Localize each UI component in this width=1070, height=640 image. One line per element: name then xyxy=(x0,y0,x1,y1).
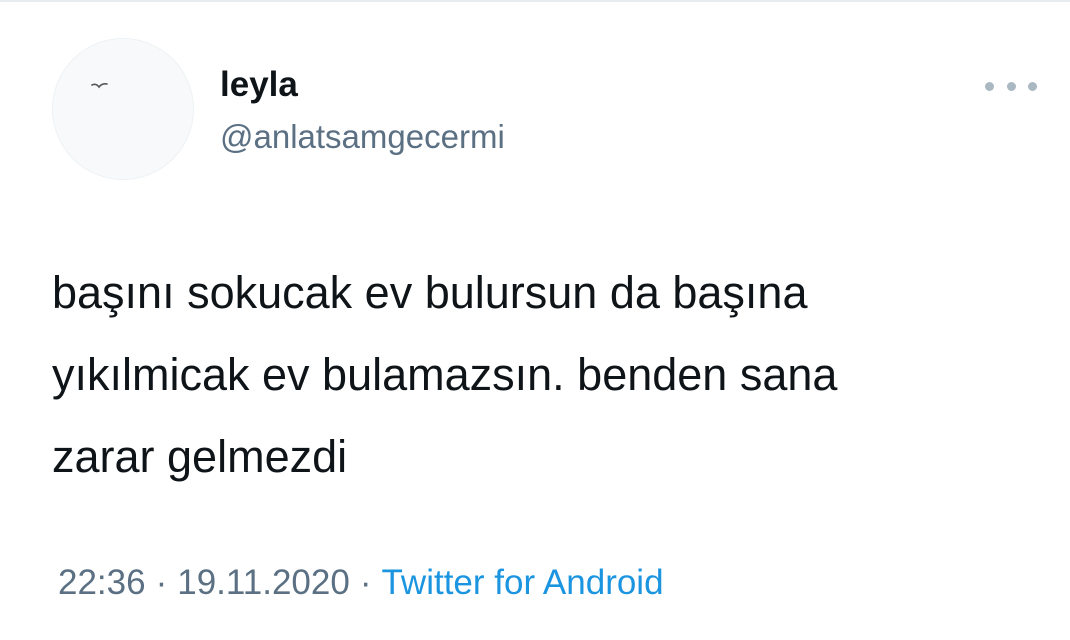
tweet-text: başını sokucak ev bulursun da başına yık… xyxy=(52,252,1042,498)
more-options-button[interactable] xyxy=(985,72,1037,100)
tweet-date[interactable]: 19.11.2020 xyxy=(177,563,350,602)
separator: · xyxy=(155,563,168,602)
tweet-metadata: 22:36 · 19.11.2020 · Twitter for Android xyxy=(58,560,664,606)
separator: · xyxy=(359,563,372,602)
tweet-source-link[interactable]: Twitter for Android xyxy=(381,563,663,602)
more-options-icon-dot xyxy=(1028,81,1037,91)
tweet-text-line: zarar gelmezdi xyxy=(52,431,348,482)
tweet-text-line: başını sokucak ev bulursun da başına xyxy=(52,267,808,318)
more-options-icon xyxy=(985,81,994,91)
tweet-card: leyla @anlatsamgecermi başını sokucak ev… xyxy=(0,0,1070,640)
tweet-time[interactable]: 22:36 xyxy=(58,563,146,602)
display-name[interactable]: leyla xyxy=(220,64,298,106)
more-options-icon-dot xyxy=(1006,81,1016,91)
bird-icon xyxy=(91,83,108,89)
tweet-text-line: yıkılmicak ev bulamazsın. benden sana xyxy=(52,349,838,400)
user-handle[interactable]: @anlatsamgecermi xyxy=(220,116,505,158)
avatar[interactable] xyxy=(52,38,194,180)
